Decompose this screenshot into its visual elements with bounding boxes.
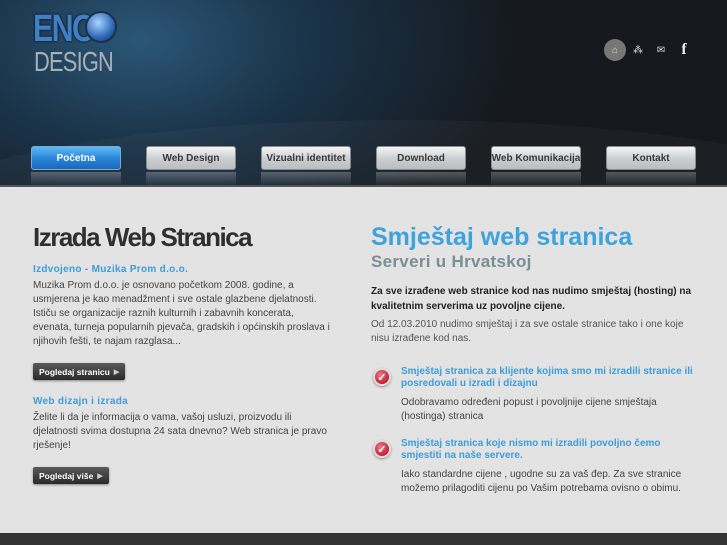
hosting-item-text: Odobravamo određeni popust i povoljnije … xyxy=(401,397,657,422)
nav-kontakt[interactable]: Kontakt xyxy=(606,146,696,170)
hosting-item-title: Smještaj stranica za klijente kojima smo… xyxy=(401,366,693,389)
home-icon[interactable]: ⌂ xyxy=(604,39,626,61)
view-more-button[interactable]: Pogledaj više ▶ xyxy=(33,467,109,484)
web-design-text: Želite li da je informacija o vama, vašo… xyxy=(33,412,327,451)
hosting-title: Smještaj web stranica xyxy=(371,223,633,251)
nav-reflection xyxy=(146,172,236,186)
page-title: Izrada Web Stranica xyxy=(33,222,253,252)
view-more-label: Pogledaj više xyxy=(39,470,94,481)
footer-bar xyxy=(0,533,727,545)
mail-icon[interactable]: ✉ xyxy=(650,39,672,61)
header-divider xyxy=(0,185,727,187)
hosting-intro: Od 12.03.2010 nudimo smještaj i za sve o… xyxy=(371,319,684,344)
featured-text: Muzika Prom d.o.o. je osnovano početkom … xyxy=(33,280,330,347)
facebook-icon[interactable]: f xyxy=(673,39,695,61)
nav-reflection xyxy=(491,172,581,186)
logo-text-design: DESIGN xyxy=(34,46,114,77)
hosting-item: ✓ Smještaj stranica koje nismo mi izradi… xyxy=(371,438,701,496)
check-icon: ✓ xyxy=(373,368,391,386)
nav-reflection xyxy=(31,172,121,186)
hosting-item: ✓ Smještaj stranica za klijente kojima s… xyxy=(371,366,701,424)
nav-web-design[interactable]: Web Design xyxy=(146,146,236,170)
sitemap-icon[interactable]: ⁂ xyxy=(627,39,649,61)
check-icon: ✓ xyxy=(373,440,391,458)
hosting-subtitle: Serveri u Hrvatskoj xyxy=(371,252,532,271)
web-design-title[interactable]: Web dizajn i izrada xyxy=(33,396,333,407)
header: ENO DESIGN ⌂ ⁂ ✉ f Početna Web Design Vi… xyxy=(0,0,727,186)
view-site-label: Pogledaj stranicu xyxy=(39,366,110,377)
nav-reflection xyxy=(606,172,696,186)
nav-download[interactable]: Download xyxy=(376,146,466,170)
nav-web-komunikacija[interactable]: Web Komunikacija xyxy=(491,146,581,170)
right-column: Smještaj web stranica Serveri u Hrvatsko… xyxy=(371,222,701,496)
hosting-intro-bold: Za sve izrađene web stranice kod nas nud… xyxy=(371,286,692,312)
nav-reflection xyxy=(376,172,466,186)
featured-title[interactable]: Izdvojeno - Muzika Prom d.o.o. xyxy=(33,264,333,275)
left-column: Izrada Web Stranica Izdvojeno - Muzika P… xyxy=(33,220,333,484)
nav-pocetna[interactable]: Početna xyxy=(31,146,121,170)
hosting-item-title: Smještaj stranica koje nismo mi izradili… xyxy=(401,438,661,461)
nav-reflection xyxy=(261,172,351,186)
nav-vizualni-identitet[interactable]: Vizualni identitet xyxy=(261,146,351,170)
arrow-right-icon: ▶ xyxy=(113,368,120,376)
arrow-right-icon: ▶ xyxy=(97,472,103,480)
logo[interactable]: ENO DESIGN xyxy=(33,8,118,78)
top-icons: ⌂ ⁂ ✉ f xyxy=(604,39,696,61)
hosting-item-text: Iako standardne cijene , ugodne su za va… xyxy=(401,469,682,494)
globe-icon xyxy=(85,11,117,43)
view-site-button[interactable]: Pogledaj stranicu ▶ xyxy=(33,363,126,380)
